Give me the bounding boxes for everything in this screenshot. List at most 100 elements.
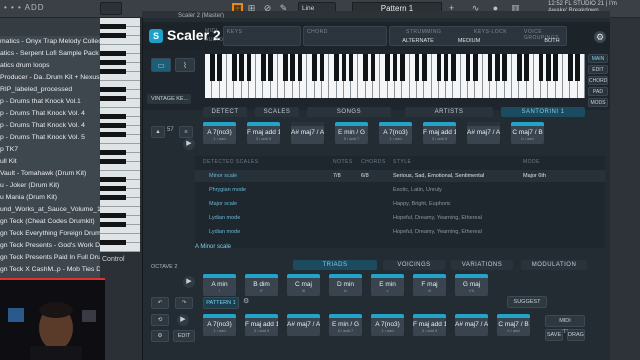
- keyboard-view-icon[interactable]: ▭: [151, 58, 171, 72]
- piano-black-key[interactable]: [100, 213, 126, 218]
- side-mods-button[interactable]: MODS: [588, 98, 608, 107]
- tab-scales[interactable]: SCALES: [255, 107, 299, 117]
- browser-item[interactable]: ull Kit: [0, 156, 100, 168]
- pattern-gear-icon[interactable]: ⚙: [243, 297, 249, 305]
- browser-item[interactable]: p - Drums That Knock Vol. 4: [0, 120, 100, 132]
- scaler-black-key[interactable]: [443, 54, 449, 81]
- chord-card[interactable]: A 7(no3) 1 / add: [371, 314, 404, 336]
- scale-row[interactable]: Lydian mode Hopeful, Dreamy, Yearning, Et…: [195, 226, 605, 238]
- browser-item[interactable]: gn Teck Everything Foreign Drumkit: [0, 228, 100, 240]
- chord-card[interactable]: F maj add 13 / A3 / add 9: [245, 314, 278, 336]
- chord-card[interactable]: E min / G5 / add 7: [335, 122, 368, 144]
- scaler-black-key[interactable]: [210, 54, 215, 81]
- pattern-select[interactable]: PATTERN 1: [203, 297, 239, 309]
- chord-card[interactable]: C maj III: [287, 274, 320, 296]
- tab-detect[interactable]: DETECT: [203, 107, 247, 117]
- browser-item[interactable]: und_Works_at_Sauce_Volume_1: [0, 204, 100, 216]
- chord-card[interactable]: F maj add 13 / A3 / add 9: [413, 314, 446, 336]
- browser-item[interactable]: Vault - Tomahawk (Drum Kit): [0, 168, 100, 180]
- chord-card[interactable]: A 7(no3) 1 / add: [203, 122, 236, 144]
- piano-black-key[interactable]: [100, 24, 126, 29]
- scaler-black-key[interactable]: [392, 54, 398, 81]
- scaler-black-key[interactable]: [246, 54, 252, 81]
- undo-icon[interactable]: ↶: [151, 297, 169, 309]
- fl-tool-button[interactable]: [100, 2, 122, 15]
- scaler-black-key[interactable]: [451, 54, 456, 81]
- tab-songs[interactable]: SONGS: [307, 107, 391, 117]
- scaler-black-key[interactable]: [495, 54, 500, 81]
- scaler-black-key[interactable]: [261, 54, 266, 81]
- chord-card[interactable]: F maj VI: [413, 274, 446, 296]
- scaler-black-key[interactable]: [217, 54, 222, 81]
- scaler-black-key[interactable]: [370, 54, 376, 81]
- browser-item[interactable]: matics - Onyx Trap Melody Collection: [0, 36, 100, 48]
- drag-button[interactable]: DRAG: [567, 329, 585, 341]
- chord-card[interactable]: F maj add 13 / A3 / add 9: [247, 122, 280, 144]
- piano-black-key[interactable]: [100, 60, 126, 65]
- chord-card[interactable]: B dim ii°: [245, 274, 278, 296]
- piano-black-key[interactable]: [100, 123, 126, 128]
- scaler-black-key[interactable]: [334, 54, 339, 81]
- piano-black-key[interactable]: [100, 69, 126, 74]
- piano-black-key[interactable]: [100, 150, 126, 155]
- fl-menu[interactable]: • • • ADD: [4, 3, 45, 12]
- piano-black-key[interactable]: [100, 33, 126, 38]
- scaler-black-key[interactable]: [524, 54, 529, 81]
- scaler-black-key[interactable]: [385, 54, 390, 81]
- browser-item[interactable]: u Mania (Drum Kit): [0, 192, 100, 204]
- piano-black-key[interactable]: [100, 132, 126, 137]
- midi-capture-button[interactable]: MIDI CAPTURE: [545, 315, 585, 335]
- browser-item[interactable]: RIP_labeled_processed: [0, 84, 100, 96]
- tab-artists[interactable]: ARTISTS: [405, 107, 493, 117]
- piano-black-key[interactable]: [100, 240, 126, 245]
- scaler-keyboard[interactable]: [205, 54, 585, 98]
- scaler-black-key[interactable]: [297, 54, 303, 81]
- piano-black-key[interactable]: [100, 222, 126, 227]
- side-pad-button[interactable]: PAD: [588, 87, 608, 96]
- scaler-black-key[interactable]: [341, 54, 347, 81]
- side-edit-button[interactable]: EDIT: [588, 65, 608, 74]
- scaler-black-key[interactable]: [473, 54, 478, 81]
- lock-icon[interactable]: ▲: [151, 126, 165, 138]
- scaler-black-key[interactable]: [487, 54, 493, 81]
- browser-item[interactable]: Producer - Da..Drum Kit + Nexus XP: [0, 72, 100, 84]
- piano-black-key[interactable]: [100, 114, 126, 119]
- piano-black-key[interactable]: [100, 87, 126, 92]
- chord-card[interactable]: A# maj7 / A: [287, 314, 320, 336]
- browser-item[interactable]: gn Teck X CashM..p - Mob Ties Drumkit: [0, 264, 100, 276]
- chord-card[interactable]: C maj7 / Bb / add: [511, 122, 544, 144]
- bottom-play-icon[interactable]: ▶: [177, 314, 189, 326]
- browser-item[interactable]: p - Drums That Knock Vol. 4: [0, 108, 100, 120]
- octave-control[interactable]: OCTAVE 2: [151, 264, 177, 270]
- settings-gear-icon[interactable]: ⚙: [594, 31, 606, 43]
- scale-row[interactable]: Major scale Happy, Bright, Euphoric: [195, 198, 605, 210]
- scaler-black-key[interactable]: [348, 54, 354, 81]
- tab-voicings[interactable]: VOICINGS: [383, 260, 445, 270]
- piano-black-key[interactable]: [100, 177, 126, 182]
- scaler-black-key[interactable]: [290, 54, 295, 81]
- scaler-black-key[interactable]: [231, 54, 237, 81]
- scale-row[interactable]: Minor scale 7/8 6/8 Serious, Sad, Emotional…: [195, 170, 605, 182]
- browser-item[interactable]: gn Teck Presents - God's Work Drumkit: [0, 240, 100, 252]
- side-main-button[interactable]: MAIN: [588, 54, 608, 63]
- loop-icon[interactable]: ⟲: [151, 314, 169, 326]
- browser-item[interactable]: p - Drums That Knock Vol. 5: [0, 132, 100, 144]
- scaler-black-key[interactable]: [546, 54, 551, 81]
- chord-card[interactable]: E min / G5 / add 7: [329, 314, 362, 336]
- strumming-value[interactable]: ALTERNATE: [400, 38, 436, 44]
- play-icon[interactable]: ▶: [183, 138, 195, 150]
- suggest-button[interactable]: SUGGEST: [507, 296, 547, 308]
- chord-card[interactable]: G maj VII: [455, 274, 488, 296]
- piano-black-key[interactable]: [100, 51, 126, 56]
- scaler-black-key[interactable]: [553, 54, 559, 81]
- sound-selector[interactable]: VINTAGE KE...: [147, 94, 191, 104]
- audio-label[interactable]: AUDIO: [205, 37, 223, 43]
- chord-card[interactable]: E min v: [371, 274, 404, 296]
- chord-card[interactable]: D min iv: [329, 274, 362, 296]
- save-button[interactable]: SAVE: [545, 329, 563, 341]
- chord-card[interactable]: A 7(no3) 1 / add: [203, 314, 236, 336]
- scaler-black-key[interactable]: [502, 54, 507, 81]
- browser-item[interactable]: p - Drums that Knock Vol.1: [0, 96, 100, 108]
- scale-row[interactable]: Lydian mode Hopeful, Dreamy, Yearning, Et…: [195, 212, 605, 224]
- voice-groupings-value[interactable]: BOTH: [540, 38, 564, 44]
